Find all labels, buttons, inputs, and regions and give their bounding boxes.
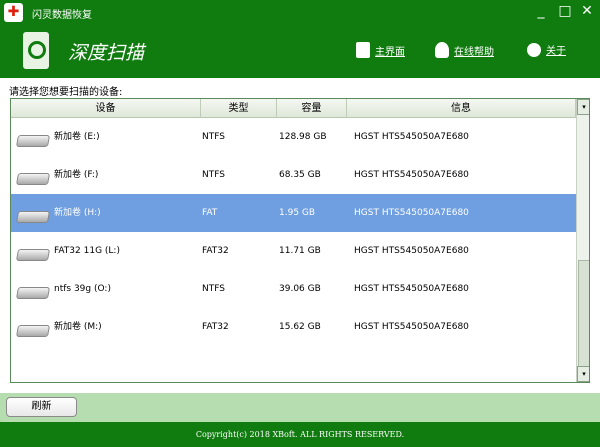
scrollbar-thumb[interactable] — [578, 260, 589, 368]
capacity: 11.71 GB — [279, 246, 321, 256]
fs-type: FAT32 — [202, 246, 229, 256]
device-name: FAT32 11G (L:) — [54, 246, 120, 256]
smiley-icon — [527, 42, 541, 57]
nav-online-help[interactable]: 在线帮助 — [435, 42, 494, 58]
user-icon — [435, 42, 449, 58]
drive-icon — [15, 287, 51, 299]
fs-type: NTFS — [202, 132, 225, 142]
table-row[interactable]: ntfs 39g (O:) NTFS 39.06 GB HGST HTS5450… — [11, 270, 576, 308]
column-info[interactable]: 信息 — [347, 99, 576, 118]
column-capacity[interactable]: 容量 — [277, 99, 347, 118]
hard-disk-logo-icon — [23, 32, 49, 69]
scroll-down-button[interactable]: ▾ — [577, 366, 589, 382]
nav-home-label: 主界面 — [375, 46, 405, 58]
capacity: 39.06 GB — [279, 284, 321, 294]
nav-about-label: 关于 — [546, 46, 566, 57]
nav-about[interactable]: 关于 — [527, 42, 566, 57]
header: 深度扫描 主界面 在线帮助 关于 — [0, 26, 600, 78]
drive-icon — [15, 325, 51, 337]
window-title: 闪灵数据恢复 — [32, 10, 92, 21]
device-info: HGST HTS545050A7E680 — [354, 322, 469, 332]
device-prompt: 请选择您想要扫描的设备: — [9, 87, 123, 98]
app-icon: ✚ — [4, 3, 23, 22]
column-device[interactable]: 设备 — [11, 99, 201, 118]
drive-icon — [15, 211, 51, 223]
fs-type: FAT32 — [202, 322, 229, 332]
device-name: 新加卷 (F:) — [54, 170, 99, 180]
device-name: 新加卷 (H:) — [54, 208, 101, 218]
device-name: 新加卷 (M:) — [54, 322, 102, 332]
device-name: 新加卷 (E:) — [54, 132, 100, 142]
table-row[interactable]: 新加卷 (M:) FAT32 15.62 GB HGST HTS545050A7… — [11, 308, 576, 346]
device-info: HGST HTS545050A7E680 — [354, 170, 469, 180]
copyright-footer: Copyright(c) 2018 XBoft. ALL RIGHTS RESE… — [0, 422, 600, 447]
page-title: 深度扫描 — [68, 42, 145, 64]
device-info: HGST HTS545050A7E680 — [354, 208, 469, 218]
scrollbar[interactable]: ▾ ▾ — [576, 99, 589, 382]
table-row[interactable]: 新加卷 (F:) NTFS 68.35 GB HGST HTS545050A7E… — [11, 156, 576, 194]
column-type[interactable]: 类型 — [201, 99, 277, 118]
device-info: HGST HTS545050A7E680 — [354, 132, 469, 142]
capacity: 1.95 GB — [279, 208, 316, 218]
drive-icon — [15, 173, 51, 185]
table-header: 设备 类型 容量 信息 — [11, 99, 576, 118]
device-info: HGST HTS545050A7E680 — [354, 246, 469, 256]
fs-type: NTFS — [202, 170, 225, 180]
fs-type: NTFS — [202, 284, 225, 294]
capacity: 68.35 GB — [279, 170, 321, 180]
scroll-up-button[interactable]: ▾ — [577, 99, 589, 115]
device-table: 设备 类型 容量 信息 新加卷 (E:) NTFS 128.98 GB HGST… — [10, 98, 590, 383]
table-row[interactable]: 新加卷 (H:) FAT 1.95 GB HGST HTS545050A7E68… — [11, 194, 576, 232]
title-bar: ✚ 闪灵数据恢复 _ □ ✕ — [0, 0, 600, 26]
nav-help-label: 在线帮助 — [454, 46, 494, 58]
home-icon — [356, 42, 370, 58]
device-name: ntfs 39g (O:) — [54, 284, 111, 294]
device-info: HGST HTS545050A7E680 — [354, 284, 469, 294]
table-row[interactable]: 新加卷 (E:) NTFS 128.98 GB HGST HTS545050A7… — [11, 118, 576, 156]
capacity: 15.62 GB — [279, 322, 321, 332]
drive-icon — [15, 135, 51, 147]
nav-home[interactable]: 主界面 — [356, 42, 405, 58]
minimize-button[interactable]: _ — [532, 3, 550, 19]
table-row[interactable]: FAT32 11G (L:) FAT32 11.71 GB HGST HTS54… — [11, 232, 576, 270]
refresh-button[interactable]: 刷新 — [6, 397, 77, 417]
drive-icon — [15, 249, 51, 261]
maximize-button[interactable]: □ — [556, 3, 574, 19]
fs-type: FAT — [202, 208, 218, 218]
capacity: 128.98 GB — [279, 132, 327, 142]
close-button[interactable]: ✕ — [578, 3, 596, 19]
bottom-bar: 刷新 — [0, 393, 600, 422]
